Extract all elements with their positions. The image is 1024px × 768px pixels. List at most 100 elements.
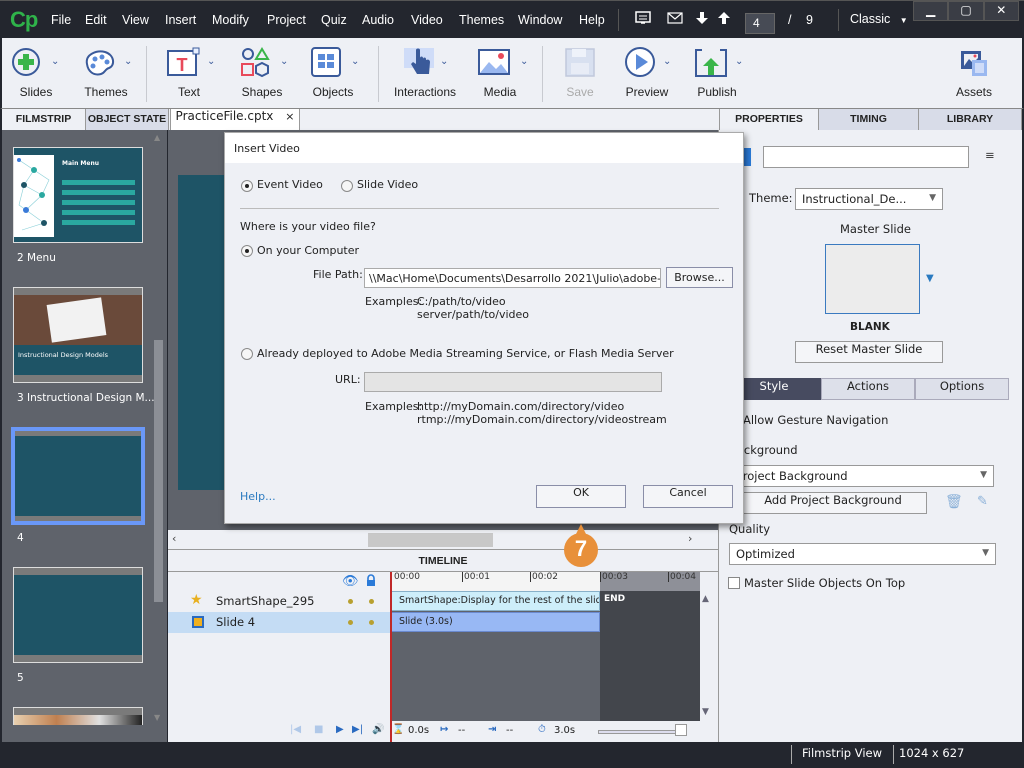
- arrow-down-icon[interactable]: [696, 11, 708, 28]
- workspace-switcher[interactable]: Classic ▼: [850, 12, 908, 26]
- scroll-up-icon[interactable]: ▲: [154, 133, 160, 142]
- slide-thumbnail[interactable]: [13, 707, 143, 725]
- stop-icon[interactable]: ■: [314, 724, 323, 735]
- captions-icon[interactable]: [635, 11, 651, 28]
- slide-thumbnail[interactable]: [13, 567, 143, 663]
- file-path-input[interactable]: \\Mac\Home\Documents\Desarrollo 2021\Jul…: [364, 268, 661, 288]
- background-select[interactable]: Project Background ▼: [729, 465, 994, 487]
- zoom-slider-thumb[interactable]: [675, 724, 687, 736]
- quality-select[interactable]: Optimized ▼: [729, 543, 996, 565]
- tab-properties[interactable]: PROPERTIES: [719, 109, 819, 130]
- tab-document[interactable]: PracticeFile.cptx ×: [170, 109, 300, 130]
- timeline-row[interactable]: ★ SmartShape_295: [168, 591, 390, 612]
- media-button[interactable]: ⌄ Media: [470, 38, 530, 108]
- timeline-row-selected[interactable]: Slide 4: [168, 612, 390, 633]
- event-video-label[interactable]: Event Video: [257, 178, 323, 191]
- menu-edit[interactable]: Edit: [85, 13, 107, 27]
- edit-pencil-icon[interactable]: ✎: [977, 494, 988, 509]
- add-project-background-button[interactable]: Add Project Background: [739, 492, 927, 514]
- lock-dot[interactable]: [369, 599, 374, 604]
- slide-timeline-bar[interactable]: Slide (3.0s): [390, 612, 600, 632]
- reset-master-slide-button[interactable]: Reset Master Slide: [795, 341, 943, 363]
- already-deployed-label[interactable]: Already deployed to Adobe Media Streamin…: [257, 347, 674, 360]
- allow-gesture-navigation-label[interactable]: Allow Gesture Navigation: [743, 413, 888, 427]
- ok-button[interactable]: OK: [536, 485, 626, 508]
- menu-modify[interactable]: Modify: [212, 13, 249, 27]
- zoom-slider[interactable]: [598, 730, 686, 734]
- slide-video-radio[interactable]: [341, 180, 353, 192]
- menu-insert[interactable]: Insert: [165, 13, 196, 27]
- menu-audio[interactable]: Audio: [362, 13, 394, 27]
- playhead[interactable]: [390, 572, 392, 742]
- menu-quiz[interactable]: Quiz: [321, 13, 347, 27]
- close-button[interactable]: ✕: [983, 1, 1019, 21]
- timeline-ruler[interactable]: 00:00 00:01 00:02 00:03 00:04: [390, 572, 700, 591]
- slide-thumbnail[interactable]: Instructional Design Models: [13, 287, 143, 383]
- on-computer-radio[interactable]: [241, 245, 253, 257]
- tab-object-state[interactable]: OBJECT STATE: [86, 109, 169, 130]
- master-on-top-checkbox[interactable]: [728, 577, 740, 589]
- eye-icon[interactable]: 👁: [342, 574, 359, 589]
- slides-button[interactable]: ⌄ Slides: [6, 38, 66, 108]
- help-link[interactable]: Help...: [240, 490, 276, 503]
- tab-library[interactable]: LIBRARY: [919, 109, 1022, 130]
- audio-icon[interactable]: 🔊: [372, 724, 384, 735]
- tab-filmstrip[interactable]: FILMSTRIP: [2, 109, 86, 130]
- scroll-up-icon[interactable]: ▲: [702, 594, 709, 604]
- filmstrip-scrollbar[interactable]: [154, 340, 163, 602]
- page-number-input[interactable]: 4: [745, 13, 775, 34]
- publish-button[interactable]: ⌄ Publish: [687, 38, 747, 108]
- slide-video-label[interactable]: Slide Video: [357, 178, 418, 191]
- theme-select[interactable]: Instructional_De... ▼: [795, 188, 943, 210]
- assets-button[interactable]: Assets: [944, 38, 1004, 108]
- scroll-right-icon[interactable]: ›: [688, 532, 692, 545]
- lock-dot[interactable]: [369, 620, 374, 625]
- minimize-button[interactable]: ▁: [913, 1, 949, 21]
- trash-icon[interactable]: 🗑: [945, 494, 963, 510]
- menu-view[interactable]: View: [122, 13, 149, 27]
- scroll-left-icon[interactable]: ‹: [172, 532, 176, 545]
- slide-thumbnail[interactable]: Main Menu: [13, 147, 143, 243]
- menu-file[interactable]: File: [51, 13, 71, 27]
- visibility-dot[interactable]: [348, 620, 353, 625]
- slide-name-input[interactable]: [763, 146, 969, 168]
- close-tab-icon[interactable]: ×: [285, 110, 294, 123]
- play-icon[interactable]: ▶: [336, 724, 344, 735]
- themes-button[interactable]: ⌄ Themes: [76, 38, 136, 108]
- maximize-button[interactable]: ▢: [948, 1, 984, 21]
- browse-button[interactable]: Browse...: [666, 267, 733, 288]
- rewind-icon[interactable]: |◀: [290, 724, 301, 735]
- visibility-dot[interactable]: [348, 599, 353, 604]
- master-slide-preview[interactable]: [825, 244, 920, 314]
- smartshape-timeline-bar[interactable]: SmartShape:Display for the rest of the s…: [390, 591, 600, 611]
- scroll-down-icon[interactable]: ▼: [154, 713, 160, 722]
- tab-timing[interactable]: TIMING: [819, 109, 919, 130]
- scroll-thumb[interactable]: [368, 533, 493, 547]
- preview-button[interactable]: ⌄ Preview: [617, 38, 677, 108]
- arrow-up-icon[interactable]: [718, 11, 730, 28]
- subtab-options[interactable]: Options: [915, 378, 1009, 400]
- mail-icon[interactable]: [667, 11, 683, 27]
- already-deployed-radio[interactable]: [241, 348, 253, 360]
- subtab-actions[interactable]: Actions: [821, 378, 915, 400]
- menu-help[interactable]: Help: [579, 13, 605, 27]
- master-slide-dropdown-icon[interactable]: ▼: [926, 273, 934, 284]
- save-button[interactable]: Save: [550, 38, 610, 108]
- slide-thumbnail-selected[interactable]: [11, 427, 145, 525]
- interactions-button[interactable]: ⌄ Interactions: [390, 38, 460, 108]
- url-input[interactable]: [364, 372, 662, 392]
- lock-icon[interactable]: [366, 574, 376, 590]
- menu-window[interactable]: Window: [518, 13, 562, 27]
- menu-themes[interactable]: Themes: [459, 13, 504, 27]
- shapes-button[interactable]: ⌄ Shapes: [232, 38, 292, 108]
- canvas-horizontal-scrollbar[interactable]: ‹ ›: [168, 530, 718, 550]
- panel-menu-icon[interactable]: ≡: [985, 148, 995, 162]
- objects-button[interactable]: ⌄ Objects: [303, 38, 363, 108]
- on-computer-label[interactable]: On your Computer: [257, 244, 359, 257]
- menu-video[interactable]: Video: [411, 13, 443, 27]
- scroll-down-icon[interactable]: ▼: [702, 707, 709, 717]
- event-video-radio[interactable]: [241, 180, 253, 192]
- next-icon[interactable]: ▶|: [352, 724, 363, 735]
- cancel-button[interactable]: Cancel: [643, 485, 733, 508]
- text-button[interactable]: T ⌄ Text: [159, 38, 219, 108]
